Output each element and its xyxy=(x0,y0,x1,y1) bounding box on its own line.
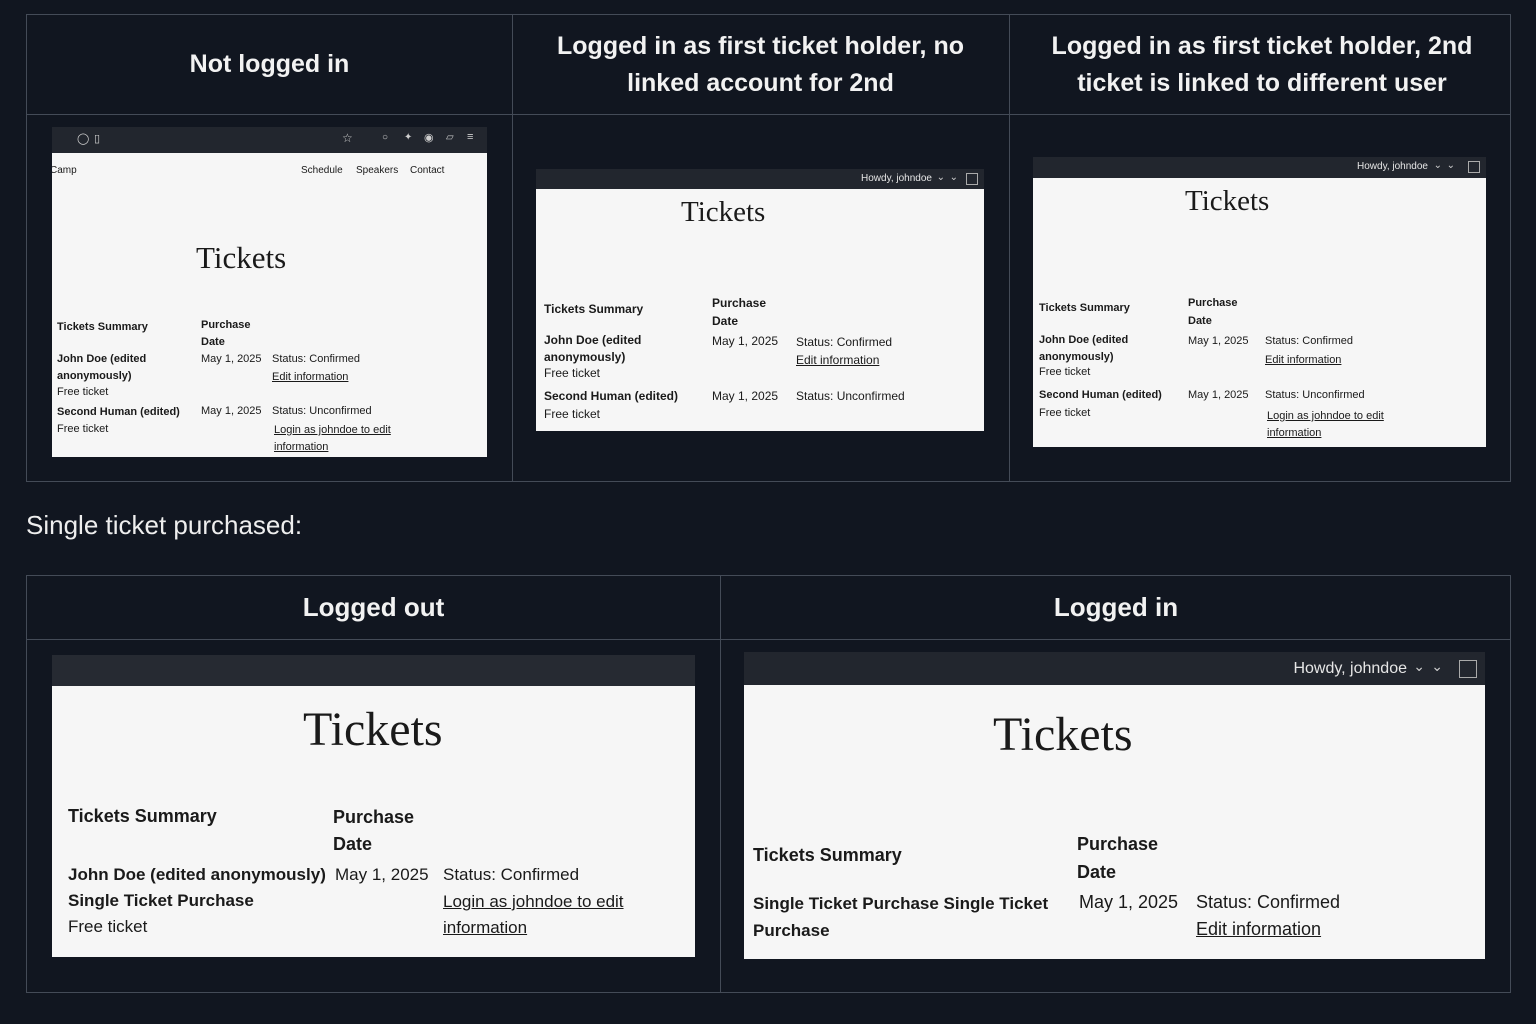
header-not-logged-in: Not logged in xyxy=(189,50,350,78)
chevron-down-icon[interactable]: ⌄ xyxy=(1413,658,1425,675)
ticket-status: Status: Confirmed xyxy=(796,335,893,349)
col-tickets-summary: Tickets Summary xyxy=(57,321,148,333)
header-logged-in-linked-other: Logged in as first ticket holder, 2nd ti… xyxy=(1051,31,1473,97)
page-title: Tickets xyxy=(1185,185,1270,217)
shield-icon[interactable]: ◯ xyxy=(77,132,89,145)
col-purchase-date: Purchase Date xyxy=(201,319,251,348)
screenshot-single-logged-out: Tickets Tickets Summary Purchase Date Jo… xyxy=(52,655,695,957)
ticket-type: Free ticket xyxy=(57,423,109,435)
admin-bar: Howdy, johndoe ⌄ ⌄ xyxy=(536,169,984,189)
purchase-date: May 1, 2025 xyxy=(1188,389,1249,401)
section-label: Single ticket purchased: xyxy=(26,510,303,540)
purchase-date: May 1, 2025 xyxy=(712,389,779,403)
page-title: Tickets xyxy=(993,708,1133,761)
account-icon[interactable]: ◉ xyxy=(424,131,434,144)
ticket-holder-name: John Doe (edited anonymously) xyxy=(68,865,326,884)
site-name[interactable]: Camp xyxy=(52,165,77,176)
pocket-icon[interactable]: ○ xyxy=(382,132,388,143)
purchase-date: May 1, 2025 xyxy=(1188,335,1249,347)
chevron-down-icon[interactable]: ⌄ xyxy=(1431,658,1443,675)
page-title: Tickets xyxy=(196,240,287,275)
chevron-down-icon[interactable]: ⌄ xyxy=(950,172,958,183)
wrench-icon[interactable]: ✦ xyxy=(404,132,412,143)
page-title: Tickets xyxy=(681,196,766,228)
ticket-holder-name: John Doe (edited anonymously) xyxy=(1039,334,1129,363)
chevron-down-icon[interactable]: ⌄ xyxy=(1434,160,1442,171)
header-logged-in-no-link: Logged in as first ticket holder, no lin… xyxy=(557,31,964,97)
login-to-edit-link[interactable]: Login as johndoe to edit information xyxy=(1267,408,1392,442)
menu-icon[interactable]: ≡ xyxy=(467,131,473,143)
ticket-holder-name: Single Ticket Purchase Single Ticket Pur… xyxy=(753,894,1049,940)
howdy-greeting[interactable]: Howdy, johndoe xyxy=(1293,660,1407,678)
howdy-greeting[interactable]: Howdy, johndoe xyxy=(1357,161,1428,172)
column-divider xyxy=(1009,15,1010,481)
ticket-status: Status: Unconfirmed xyxy=(272,405,372,417)
chevron-down-icon[interactable]: ⌄ xyxy=(937,172,945,183)
ticket-status: Status: Confirmed xyxy=(1196,892,1341,912)
column-divider xyxy=(512,15,513,481)
howdy-greeting[interactable]: Howdy, johndoe xyxy=(861,173,932,184)
col-purchase-date: Purchase Date xyxy=(1077,834,1159,882)
purchase-date: May 1, 2025 xyxy=(712,334,779,348)
ticket-holder-name: John Doe (edited anonymously) xyxy=(57,353,147,382)
ticket-type: Free ticket xyxy=(68,917,148,936)
purchase-date: May 1, 2025 xyxy=(201,405,262,417)
header-divider xyxy=(27,114,1510,115)
ticket-holder-name: Second Human (edited) xyxy=(57,406,180,418)
extension-icon[interactable]: ▱ xyxy=(446,132,454,143)
screenshot-not-logged-in: ◯ ▯ ☆ ○ ✦ ◉ ▱ ≡ Camp Schedule Speakers C… xyxy=(52,127,487,457)
col-purchase-date: Purchase Date xyxy=(333,807,415,854)
ticket-status: Status: Confirmed xyxy=(443,865,580,884)
screenshot-logged-in-no-link: Howdy, johndoe ⌄ ⌄ Tickets Tickets Summa… xyxy=(536,169,984,431)
ticket-status: Status: Unconfirmed xyxy=(796,389,905,403)
col-tickets-summary: Tickets Summary xyxy=(753,845,902,865)
top-bar xyxy=(52,655,695,686)
ticket-type: Free ticket xyxy=(1039,366,1091,378)
nav-speakers[interactable]: Speakers xyxy=(356,165,398,176)
chevron-down-icon[interactable]: ⌄ xyxy=(1447,160,1455,171)
col-purchase-date: Purchase Date xyxy=(712,296,767,328)
page-title: Tickets xyxy=(303,703,443,756)
col-tickets-summary: Tickets Summary xyxy=(68,806,217,826)
col-tickets-summary: Tickets Summary xyxy=(544,302,644,316)
sidebar-toggle-icon[interactable] xyxy=(1468,161,1480,173)
admin-bar: Howdy, johndoe ⌄ ⌄ xyxy=(1033,157,1486,178)
star-icon[interactable]: ☆ xyxy=(342,131,353,145)
ticket-status: Status: Unconfirmed xyxy=(1265,389,1365,401)
lock-icon[interactable]: ▯ xyxy=(94,132,100,145)
ticket-type: Free ticket xyxy=(544,407,601,421)
ticket-status: Status: Confirmed xyxy=(1265,335,1354,347)
admin-bar: Howdy, johndoe ⌄ ⌄ xyxy=(744,652,1485,685)
col-purchase-date: Purchase Date xyxy=(1188,297,1238,327)
ticket-status: Status: Confirmed xyxy=(272,353,361,365)
header-logged-in: Logged in xyxy=(1053,592,1179,622)
sidebar-toggle-icon[interactable] xyxy=(966,173,978,185)
ticket-type: Free ticket xyxy=(57,386,109,398)
nav-contact[interactable]: Contact xyxy=(410,165,444,176)
ticket-type: Free ticket xyxy=(1039,407,1091,419)
header-divider xyxy=(27,639,1510,640)
login-to-edit-link[interactable]: Login as johndoe to edit information xyxy=(274,422,404,456)
col-tickets-summary: Tickets Summary xyxy=(1039,302,1130,314)
purchase-date: May 1, 2025 xyxy=(335,865,429,884)
ticket-holder-name: John Doe (edited anonymously) xyxy=(544,333,642,364)
browser-toolbar: ◯ ▯ ☆ ○ ✦ ◉ ▱ ≡ xyxy=(52,127,487,153)
screenshot-logged-in-linked-other: Howdy, johndoe ⌄ ⌄ Tickets Tickets Summa… xyxy=(1033,157,1486,447)
edit-information-link[interactable]: Edit information xyxy=(272,371,348,383)
ticket-holder-name: Second Human (edited) xyxy=(1039,389,1162,401)
header-logged-out: Logged out xyxy=(302,592,445,622)
ticket-type: Free ticket xyxy=(544,366,601,380)
screenshot-single-logged-in: Howdy, johndoe ⌄ ⌄ Tickets Tickets Summa… xyxy=(744,652,1485,959)
edit-information-link[interactable]: Edit information xyxy=(796,353,879,367)
sidebar-toggle-icon[interactable] xyxy=(1459,660,1477,678)
nav-schedule[interactable]: Schedule xyxy=(301,165,343,176)
purchase-date: May 1, 2025 xyxy=(201,353,262,365)
edit-information-link[interactable]: Edit information xyxy=(1265,354,1341,366)
edit-information-link[interactable]: Edit information xyxy=(1196,919,1321,940)
purchase-date: May 1, 2025 xyxy=(1079,892,1179,912)
login-to-edit-link[interactable]: Login as johndoe to edit information xyxy=(443,889,633,941)
ticket-purchase-name: Single Ticket Purchase xyxy=(68,891,254,910)
ticket-holder-name: Second Human (edited) xyxy=(544,389,679,403)
